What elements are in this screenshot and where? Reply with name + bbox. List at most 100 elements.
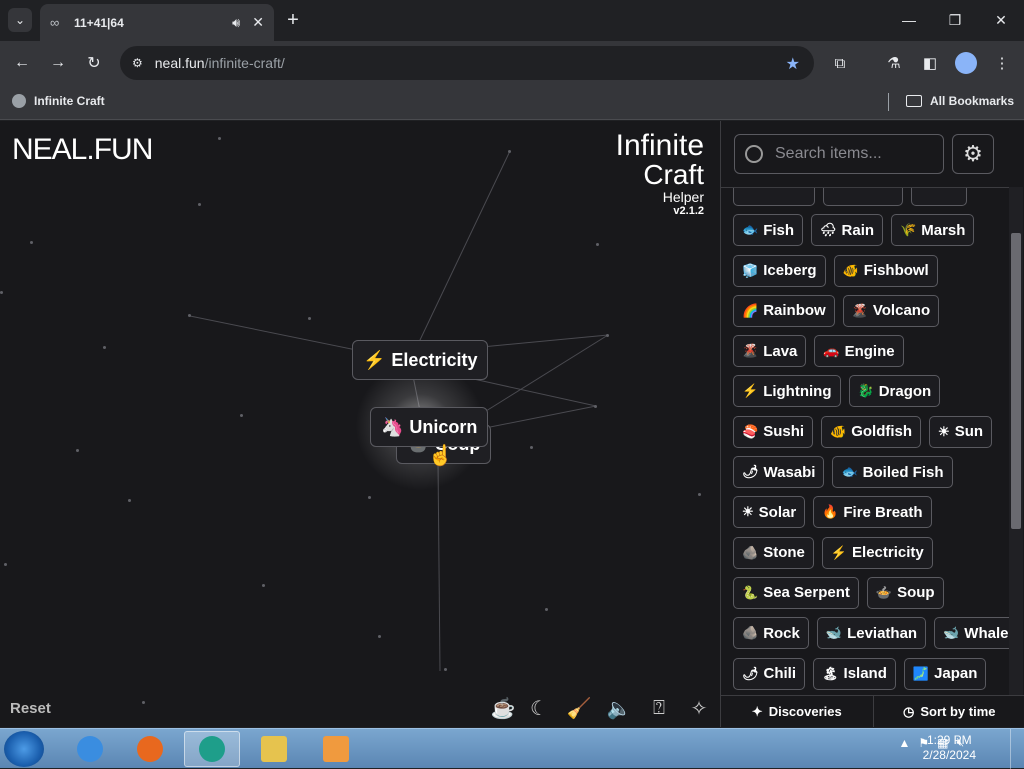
sort-label: Sort by time	[920, 704, 995, 719]
discoveries-button[interactable]: ✦ Discoveries	[721, 696, 873, 727]
windows-taskbar: ▲ ⚑ ▦ 🔇︎ 1:29 PM 2/28/2024	[0, 728, 1024, 768]
sort-by-time-button[interactable]: ◷ Sort by time	[873, 696, 1024, 727]
search-input[interactable]	[775, 145, 935, 163]
sidebar-item-sun[interactable]: ☀Sun	[929, 416, 992, 448]
tab-search-button[interactable]: ⌄	[8, 8, 32, 32]
show-desktop-button[interactable]	[1010, 729, 1024, 769]
search-box[interactable]	[734, 134, 944, 174]
canvas-item-electricity[interactable]: ⚡ Electricity	[352, 340, 488, 380]
back-button[interactable]: ←	[10, 51, 34, 75]
sidebar-footer: ✦ Discoveries ◷ Sort by time	[721, 695, 1024, 727]
all-bookmarks-label: All Bookmarks	[930, 94, 1014, 108]
sidebar-item-rock[interactable]: 🪨Rock	[733, 617, 809, 649]
close-window-button[interactable]: ✕	[986, 8, 1016, 32]
item-row: ☀Solar 🔥 Fire Breath	[733, 496, 1003, 528]
sidebar-item-volcano[interactable]: 🌋Volcano	[843, 295, 939, 327]
sidebar-item-rain[interactable]: 🌧Rain	[811, 214, 883, 246]
bookmark-infinite-craft[interactable]: Infinite Craft	[12, 94, 105, 108]
sidebar-item-partial[interactable]	[911, 187, 967, 206]
broom-icon[interactable]: 🧹	[566, 695, 592, 721]
help-icon[interactable]: ⍰	[646, 695, 672, 721]
sidebar-item-leviathan[interactable]: 🐋Leviathan	[817, 617, 926, 649]
sidebar-item-marsh[interactable]: 🌾Marsh	[891, 214, 974, 246]
sidebar-item-wasabi[interactable]: 🌶Wasabi	[733, 456, 824, 488]
sidebar-item-sushi[interactable]: 🍣Sushi	[733, 416, 813, 448]
ie-app[interactable]	[62, 731, 118, 767]
item-label: Goldfish	[851, 423, 912, 440]
new-tab-button[interactable]: +	[283, 8, 303, 32]
extensions-icon[interactable]: ⧉	[828, 51, 852, 75]
canvas-item-label: Electricity	[391, 350, 477, 371]
sidebar-item-island[interactable]: 🏝Island	[813, 658, 896, 690]
forward-button[interactable]: →	[46, 51, 70, 75]
item-label: Marsh	[921, 222, 965, 239]
browser-app[interactable]	[184, 731, 240, 767]
labs-icon[interactable]: ⚗	[882, 51, 906, 75]
profile-avatar[interactable]	[955, 52, 977, 74]
close-tab-icon[interactable]: ✕	[252, 14, 264, 31]
sidebar-item-chili[interactable]: 🌶Chili	[733, 658, 805, 690]
sidebar-scrollbar[interactable]	[1009, 187, 1023, 695]
sidebar-item-rainbow[interactable]: 🌈Rainbow	[733, 295, 835, 327]
sidebar-item-electricity[interactable]: ⚡Electricity	[822, 537, 933, 569]
sidebar-item-lava[interactable]: 🌋Lava	[733, 335, 806, 367]
menu-icon[interactable]: ⋮	[990, 51, 1014, 75]
sidebar-item-lightning[interactable]: ⚡Lightning	[733, 375, 841, 407]
sidebar-item-japan[interactable]: 🗾Japan	[904, 658, 987, 690]
system-clock[interactable]: 1:29 PM 2/28/2024	[923, 733, 976, 763]
title-infinite: Infinite	[616, 131, 704, 161]
bookmark-star-icon[interactable]: ★	[786, 54, 800, 74]
sidebar-item-fire-breath[interactable]: 🔥 Fire Breath	[813, 496, 931, 528]
reload-button[interactable]: ↻	[82, 51, 106, 75]
scrollbar-thumb[interactable]	[1011, 233, 1021, 529]
sidebar-item-stone[interactable]: 🪨Stone	[733, 537, 814, 569]
items-grid: 🐟Fish🌧Rain🌾Marsh 🧊Iceberg🐠Fishbowl 🌈Rainbo…	[733, 187, 1003, 695]
discoveries-label: Discoveries	[769, 704, 842, 719]
sidebar-item-iceberg[interactable]: 🧊Iceberg	[733, 255, 826, 287]
item-emoji: 🔥	[822, 504, 838, 520]
sidebar-item-sea-serpent[interactable]: 🐍Sea Serpent	[733, 577, 859, 609]
sidebar-item-fishbowl[interactable]: 🐠Fishbowl	[834, 255, 938, 287]
dark-mode-icon[interactable]: ☾	[526, 695, 552, 721]
sparkle-icon[interactable]: ✧	[686, 695, 712, 721]
side-panel-icon[interactable]: ◧	[918, 51, 942, 75]
explorer-app[interactable]	[246, 731, 302, 767]
speaker-icon[interactable]: 🔊︎	[232, 15, 240, 31]
firefox-app[interactable]	[122, 731, 178, 767]
reset-button[interactable]: Reset	[10, 700, 51, 717]
unicorn-emoji: 🦄	[381, 417, 403, 438]
item-row: 🪨Stone⚡Electricity	[733, 537, 1003, 569]
item-row: 🧊Iceberg🐠Fishbowl	[733, 255, 1003, 287]
canvas-item-unicorn[interactable]: 🦄 Unicorn	[370, 407, 488, 447]
media-app[interactable]	[308, 731, 364, 767]
sidebar-item-whale[interactable]: 🐋Whale	[934, 617, 1009, 649]
sidebar-item-goldfish[interactable]: 🐠Goldfish	[821, 416, 921, 448]
coffee-icon[interactable]: ☕	[490, 695, 516, 721]
neal-fun-logo[interactable]: NEAL.FUN	[12, 133, 152, 167]
minimize-button[interactable]: —	[894, 8, 924, 32]
hand-cursor-icon: ☝	[428, 443, 453, 468]
all-bookmarks-button[interactable]: All Bookmarks	[906, 94, 1014, 108]
sidebar-item-dragon[interactable]: 🐉Dragon	[849, 375, 941, 407]
restore-button[interactable]: ❐	[940, 8, 970, 32]
sidebar-item-boiled-fish[interactable]: 🐟Boiled Fish	[832, 456, 952, 488]
item-emoji: 🗾	[913, 666, 929, 682]
item-label: Fire Breath	[843, 504, 922, 521]
sidebar-item-partial[interactable]	[823, 187, 903, 206]
craft-canvas[interactable]: NEAL.FUN Infinite Craft Helper v2.1.2 🍲 …	[0, 121, 720, 727]
address-bar[interactable]: ⚙ neal.fun /infinite-craft/ ★	[120, 46, 814, 80]
sidebar-item-soup[interactable]: 🍲Soup	[867, 577, 944, 609]
sidebar-item-engine[interactable]: 🚗Engine	[814, 335, 903, 367]
browser-tab[interactable]: ∞ 11+41|64 🔊︎ ✕	[40, 4, 274, 41]
sidebar-item-solar[interactable]: ☀Solar	[733, 496, 805, 528]
sidebar-item-partial[interactable]	[733, 187, 815, 206]
settings-gear-icon[interactable]: ⚙	[952, 134, 994, 174]
site-info-icon[interactable]: ⚙	[132, 56, 143, 70]
folder-icon	[261, 736, 287, 762]
start-button[interactable]	[4, 731, 44, 767]
sound-icon[interactable]: 🔈	[606, 695, 632, 721]
tray-expand-icon[interactable]: ▲	[898, 736, 910, 750]
sidebar-item-fish[interactable]: 🐟Fish	[733, 214, 803, 246]
item-label: Engine	[845, 343, 895, 360]
title-craft: Craft	[616, 161, 704, 189]
